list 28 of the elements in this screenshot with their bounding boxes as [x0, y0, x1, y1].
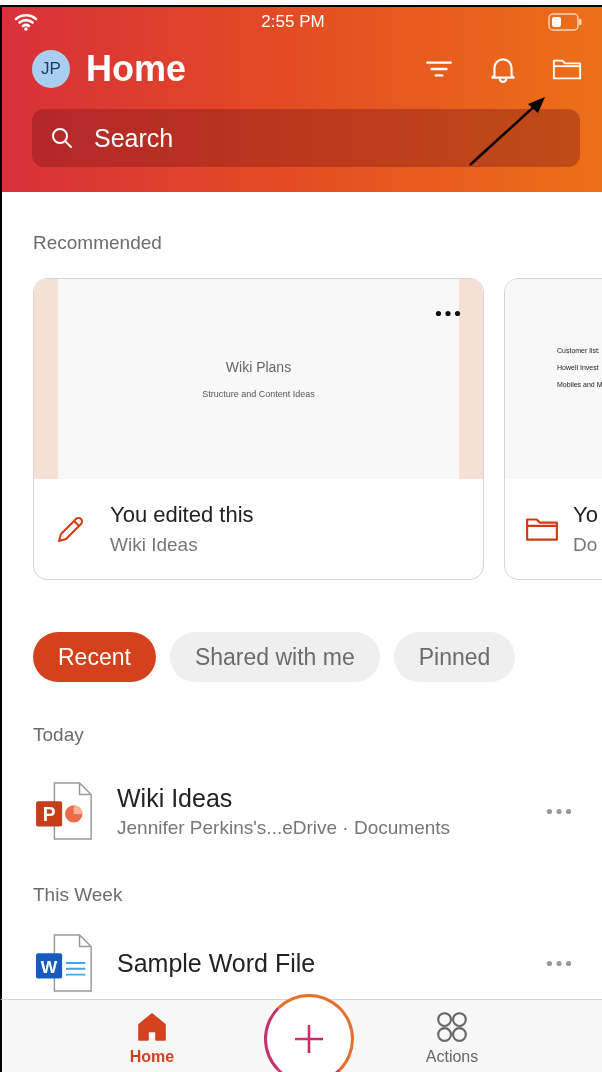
section-label: Today	[32, 724, 85, 746]
battery-icon	[548, 13, 582, 31]
file-name[interactable]: Sample Word File	[117, 948, 316, 978]
status-time: 2:55 PM	[260, 12, 326, 32]
filter-tab[interactable]: Pinned	[393, 632, 516, 682]
card-activity: Yo	[573, 502, 598, 528]
page-title: Home	[86, 48, 187, 90]
recommended-card[interactable]: Wiki Plans Structure and Content Ideas You edited this Wiki Ideas	[33, 278, 484, 580]
filter-tab[interactable]: Recent	[33, 632, 156, 682]
preview-subtitle: Structure and Content Ideas	[202, 389, 315, 399]
filter-tab[interactable]: Shared with me	[169, 632, 380, 682]
section-label: Recommended	[32, 232, 163, 254]
preview-title: Wiki Plans	[225, 359, 292, 375]
file-name[interactable]: Wiki Ideas	[117, 783, 233, 813]
home-icon	[135, 1010, 169, 1044]
more-icon[interactable]	[435, 310, 461, 317]
file-location: Jennifer Perkins's...eDrive · Documents	[117, 816, 452, 839]
search-icon	[50, 126, 74, 150]
avatar[interactable]: JP	[32, 50, 70, 88]
section-label: This Week	[32, 884, 124, 906]
card-file-name: Do	[573, 534, 598, 556]
card-file-name: Wiki Ideas	[110, 534, 199, 556]
plus-icon	[294, 1024, 324, 1054]
nav-tab[interactable]: Actions	[407, 1000, 497, 1072]
nav-tab[interactable]: Home	[107, 1000, 197, 1072]
grid-icon	[435, 1010, 469, 1044]
card-activity: You edited this	[110, 502, 254, 528]
wifi-icon	[14, 13, 38, 31]
